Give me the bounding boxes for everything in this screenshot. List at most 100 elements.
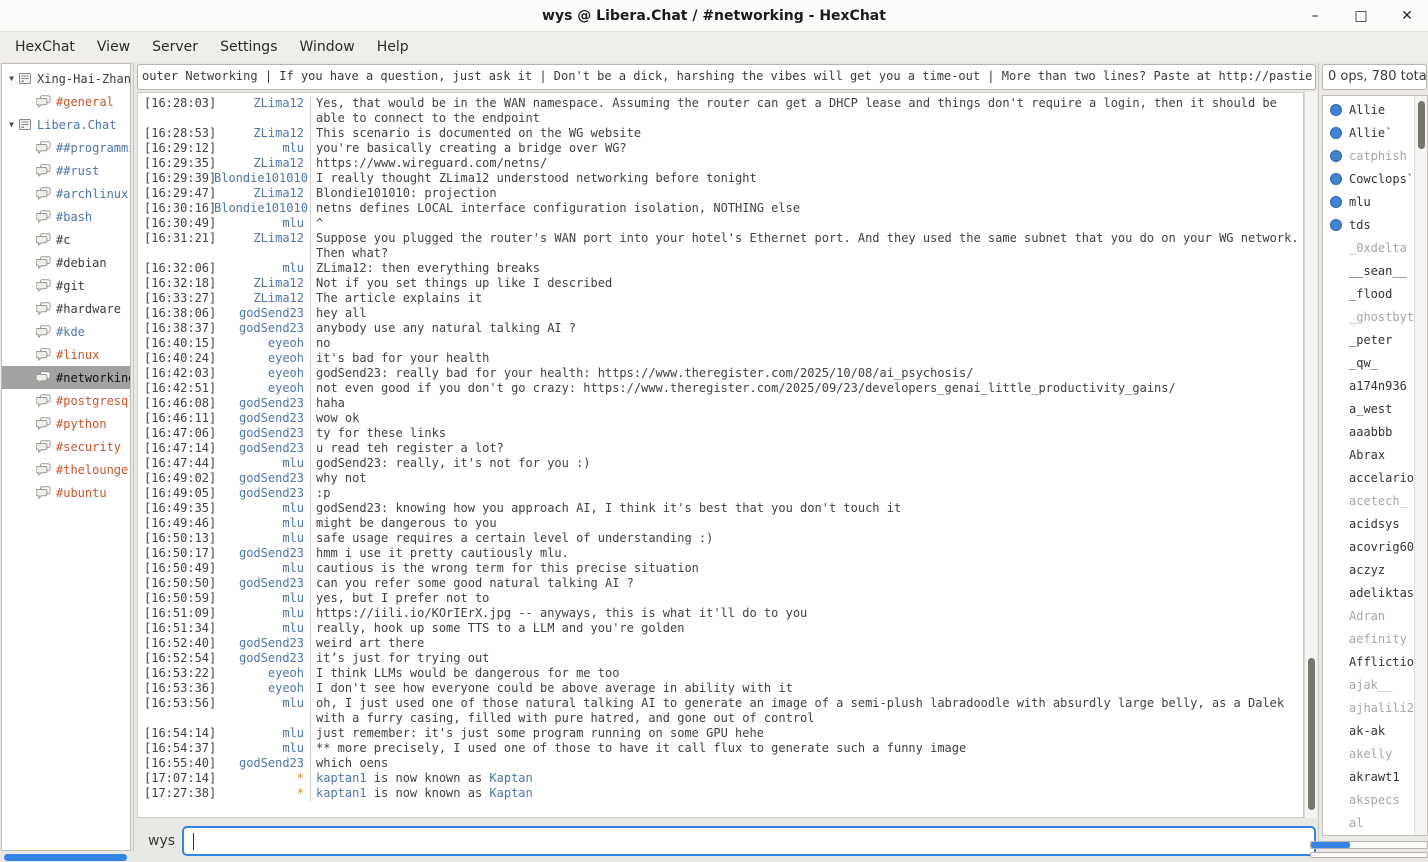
event-star[interactable]: * (214, 786, 310, 801)
nick[interactable]: eyeoh (214, 351, 310, 366)
tree-item-kde[interactable]: #kde (2, 320, 130, 343)
userlist-item[interactable]: Allie` (1323, 121, 1427, 144)
nick[interactable]: godSend23 (214, 441, 310, 456)
nick[interactable]: eyeoh (214, 336, 310, 351)
nick[interactable]: Blondie101010 (214, 171, 310, 186)
nick[interactable]: eyeoh (214, 381, 310, 396)
tree-item-python[interactable]: #python (2, 412, 130, 435)
chat-scrollbar[interactable] (1304, 92, 1317, 818)
tree-item-programming[interactable]: ##programming (2, 136, 130, 159)
userlist-item[interactable]: _ghostbyt (1323, 305, 1427, 328)
userlist-item[interactable]: aefinity (1323, 627, 1427, 650)
userlist-item[interactable]: Allie (1323, 98, 1427, 121)
nick[interactable]: mlu (214, 741, 310, 756)
nick[interactable]: godSend23 (214, 306, 310, 321)
tree-item-git[interactable]: #git (2, 274, 130, 297)
menu-window[interactable]: Window (288, 35, 365, 59)
userlist-item[interactable]: a174n936 (1323, 374, 1427, 397)
nick[interactable]: ZLima12 (214, 231, 310, 261)
nick[interactable]: godSend23 (214, 396, 310, 411)
nick[interactable]: mlu (214, 516, 310, 531)
nick[interactable]: ZLima12 (214, 126, 310, 141)
userlist-item[interactable]: accelario (1323, 466, 1427, 489)
expander-icon[interactable]: ▼ (5, 120, 18, 129)
nick[interactable]: mlu (214, 456, 310, 471)
menu-settings[interactable]: Settings (209, 35, 288, 59)
tree-item-rust[interactable]: ##rust (2, 159, 130, 182)
nick[interactable]: mlu (214, 531, 310, 546)
own-nick-label[interactable]: wys (148, 833, 175, 849)
tree-item-postgresql[interactable]: #postgresql (2, 389, 130, 412)
userlist-item[interactable]: akrawt1 (1323, 765, 1427, 788)
userlist-item[interactable]: __sean__ (1323, 259, 1427, 282)
menu-view[interactable]: View (86, 35, 141, 59)
userlist-item[interactable]: Cowclops` (1323, 167, 1427, 190)
userlist-item[interactable]: Adran (1323, 604, 1427, 627)
topic-bar[interactable]: outer Networking | If you have a questio… (137, 64, 1316, 90)
nick[interactable]: mlu (214, 696, 310, 726)
chat-scrollbar-thumb[interactable] (1308, 658, 1315, 810)
userlist-item[interactable]: _flood (1323, 282, 1427, 305)
userlist-item[interactable]: mlu (1323, 190, 1427, 213)
menu-server[interactable]: Server (141, 35, 209, 59)
nick[interactable]: godSend23 (214, 426, 310, 441)
nick[interactable]: godSend23 (214, 546, 310, 561)
userlist-item[interactable]: Afflictio (1323, 650, 1427, 673)
userlist-item[interactable]: ajak__ (1323, 673, 1427, 696)
userlist-scrollbar-thumb[interactable] (1418, 101, 1425, 149)
userlist-item[interactable]: Abrax (1323, 443, 1427, 466)
tree-item-hardware[interactable]: #hardware (2, 297, 130, 320)
maximize-button[interactable]: □ (1352, 8, 1370, 24)
userlist-item[interactable]: acovrig60 (1323, 535, 1427, 558)
userlist-item[interactable]: _qw_ (1323, 351, 1427, 374)
nick[interactable]: mlu (214, 216, 310, 231)
tree-item-bash[interactable]: #bash (2, 205, 130, 228)
nick[interactable]: godSend23 (214, 636, 310, 651)
nick[interactable]: godSend23 (214, 411, 310, 426)
nick[interactable]: mlu (214, 501, 310, 516)
nick[interactable]: mlu (214, 261, 310, 276)
userlist-item[interactable]: akelly (1323, 742, 1427, 765)
userlist-item[interactable]: aaabbb (1323, 420, 1427, 443)
nick[interactable]: mlu (214, 591, 310, 606)
nick[interactable]: mlu (214, 561, 310, 576)
tree-horizontal-scrollbar[interactable] (4, 854, 127, 861)
userlist-item[interactable]: a_west (1323, 397, 1427, 420)
userlist-item[interactable]: adeliktas (1323, 581, 1427, 604)
userlist-item[interactable]: acidsys (1323, 512, 1427, 535)
pane-splitter-left[interactable] (133, 63, 134, 851)
nick[interactable]: ZLima12 (214, 96, 310, 126)
tree-item-security[interactable]: #security (2, 435, 130, 458)
userlist-item[interactable]: tds (1323, 213, 1427, 236)
userlist-item[interactable]: ajhalili2 (1323, 696, 1427, 719)
tree-item-thelounge[interactable]: #thelounge (2, 458, 130, 481)
nick[interactable]: eyeoh (214, 666, 310, 681)
menu-help[interactable]: Help (366, 35, 420, 59)
userlist-item[interactable]: _peter (1323, 328, 1427, 351)
nick[interactable]: godSend23 (214, 651, 310, 666)
userlist-item[interactable]: _0xdelta (1323, 236, 1427, 259)
tree-item-linux[interactable]: #linux (2, 343, 130, 366)
tree-item-ubuntu[interactable]: #ubuntu (2, 481, 130, 504)
tree-item-archlinux[interactable]: #archlinux (2, 182, 130, 205)
nick[interactable]: godSend23 (214, 321, 310, 336)
pane-splitter-right[interactable] (1318, 63, 1319, 851)
userlist-item[interactable]: al (1323, 811, 1427, 834)
nick[interactable]: mlu (214, 141, 310, 156)
expander-icon[interactable]: ▼ (5, 74, 18, 83)
nick[interactable]: godSend23 (214, 486, 310, 501)
userlist-item[interactable]: ak-ak (1323, 719, 1427, 742)
minimize-button[interactable]: – (1306, 8, 1324, 24)
close-button[interactable]: ✕ (1398, 8, 1416, 24)
tree-item-networking[interactable]: #networking (2, 366, 130, 389)
nick[interactable]: ZLima12 (214, 291, 310, 306)
userlist-item[interactable]: akspecs (1323, 788, 1427, 811)
nick[interactable]: eyeoh (214, 366, 310, 381)
event-star[interactable]: * (214, 771, 310, 786)
tree-item-libera-chat[interactable]: ▼ Libera.Chat (2, 113, 130, 136)
tree-item-c[interactable]: #c (2, 228, 130, 251)
nick[interactable]: mlu (214, 621, 310, 636)
nick[interactable]: mlu (214, 726, 310, 741)
nick[interactable]: godSend23 (214, 756, 310, 771)
userlist-item[interactable]: catphish (1323, 144, 1427, 167)
